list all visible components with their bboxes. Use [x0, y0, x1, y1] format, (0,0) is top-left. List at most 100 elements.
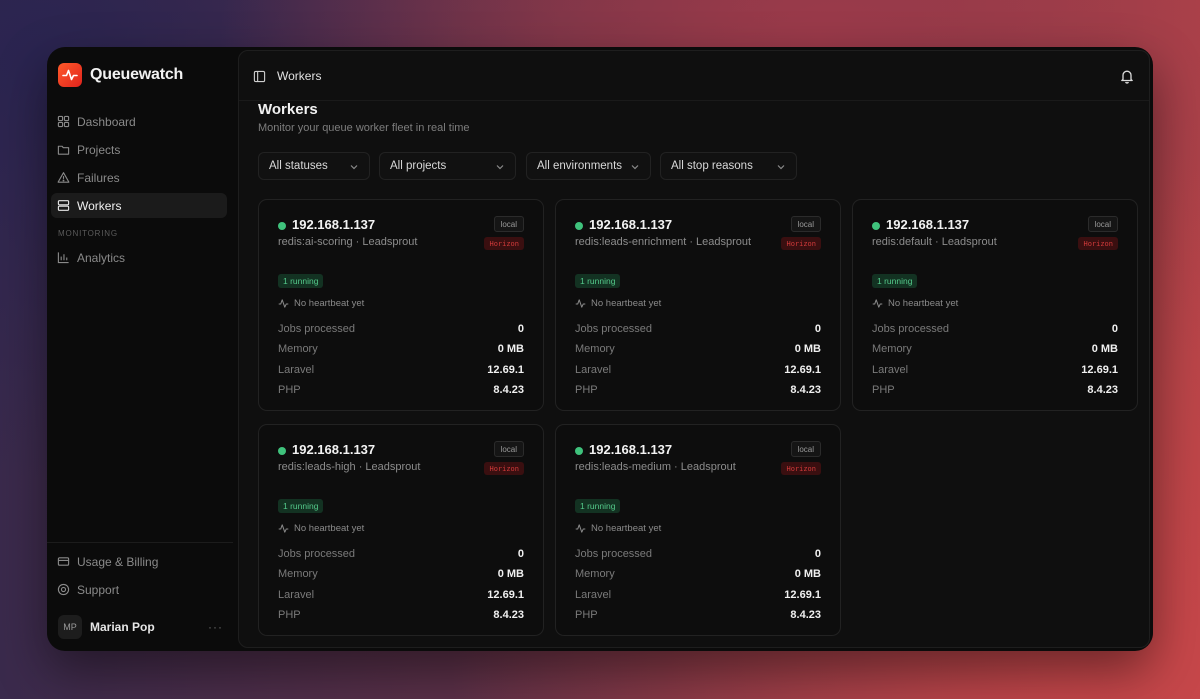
supervisor-badge: Horizon: [484, 462, 524, 475]
stat-label: Laravel: [278, 363, 315, 376]
worker-stats: Jobs processed 0 Memory 0 MB Laravel 12.69.…: [872, 319, 1118, 400]
status-filter[interactable]: All statuses: [258, 152, 370, 180]
worker-ip: 192.168.1.137: [589, 442, 673, 457]
supervisor-badge: Horizon: [1078, 237, 1118, 250]
sidebar-item-failures[interactable]: Failures: [51, 165, 227, 190]
stat-label: Laravel: [575, 588, 612, 601]
status-badge: 1 running: [278, 499, 324, 513]
stat-php: PHP 8.4.23: [872, 380, 1118, 400]
stat-php: PHP 8.4.23: [278, 605, 524, 625]
stat-label: Memory: [278, 568, 318, 581]
heartbeat-status: No heartbeat yet: [872, 298, 958, 309]
activity-icon: [872, 299, 883, 308]
warning-icon: [57, 172, 70, 183]
worker-card[interactable]: 192.168.1.137 redis:leads-medium · Leads…: [555, 424, 841, 636]
supervisor-badge: Horizon: [781, 237, 821, 250]
server-icon: [57, 200, 70, 211]
environment-filter[interactable]: All environments: [526, 152, 651, 180]
worker-queue: redis:ai-scoring · Leadsprout: [278, 236, 418, 248]
stat-value: 0 MB: [1091, 343, 1118, 356]
sidebar-item-workers[interactable]: Workers: [51, 193, 227, 218]
heartbeat-status: No heartbeat yet: [575, 298, 661, 309]
worker-stats: Jobs processed 0 Memory 0 MB Laravel 12.69.…: [575, 544, 821, 625]
sidebar: Queuewatch Dashboard Projects Failures W…: [47, 47, 237, 651]
sidebar-bottom: Usage & Billing Support: [51, 549, 227, 605]
heartbeat-status: No heartbeat yet: [575, 523, 661, 534]
sidebar-item-label: Projects: [77, 142, 121, 157]
brand[interactable]: Queuewatch: [58, 63, 183, 87]
worker-card[interactable]: 192.168.1.137 redis:leads-enrichment · L…: [555, 199, 841, 411]
stat-laravel: Laravel 12.69.1: [278, 360, 524, 380]
status-dot: [278, 447, 286, 455]
chevron-down-icon: [350, 165, 358, 170]
stat-label: Memory: [278, 343, 318, 356]
stat-label: Laravel: [872, 363, 909, 376]
status-dot: [575, 222, 583, 230]
stat-value: 0: [1111, 323, 1118, 336]
stat-value: 8.4.23: [493, 609, 524, 622]
worker-stats: Jobs processed 0 Memory 0 MB Laravel 12.69.…: [278, 544, 524, 625]
stat-value: 0 MB: [497, 343, 524, 356]
heartbeat-text: No heartbeat yet: [591, 298, 662, 309]
worker-queue: redis:leads-medium · Leadsprout: [575, 461, 736, 473]
sidebar-item-analytics[interactable]: Analytics: [51, 245, 227, 270]
grid-icon: [57, 115, 70, 128]
worker-card[interactable]: 192.168.1.137 redis:leads-high · Leadspr…: [258, 424, 544, 636]
stat-label: Jobs processed: [575, 548, 653, 561]
stat-value: 0: [517, 323, 524, 336]
sidebar-item-support[interactable]: Support: [51, 577, 227, 602]
project-filter[interactable]: All projects: [379, 152, 516, 180]
app-window: Queuewatch Dashboard Projects Failures W…: [47, 47, 1153, 651]
stat-label: PHP: [872, 384, 895, 397]
worker-card[interactable]: 192.168.1.137 redis:ai-scoring · Leadspr…: [258, 199, 544, 411]
heartbeat-text: No heartbeat yet: [888, 298, 959, 309]
environment-badge: local: [1087, 216, 1118, 232]
sidebar-item-usage-billing[interactable]: Usage & Billing: [51, 549, 227, 574]
status-badge: 1 running: [278, 274, 324, 288]
worker-queue: redis:leads-high · Leadsprout: [278, 461, 421, 473]
worker-queue: redis:leads-enrichment · Leadsprout: [575, 236, 752, 248]
page-subtitle: Monitor your queue worker fleet in real …: [258, 122, 470, 134]
stat-value: 0 MB: [794, 343, 821, 356]
avatar: MP: [58, 615, 82, 639]
stat-memory: Memory 0 MB: [278, 339, 524, 359]
stat-value: 12.69.1: [487, 363, 524, 376]
sidebar-nav: Dashboard Projects Failures Workers MONI…: [51, 109, 227, 273]
stat-value: 0 MB: [497, 568, 524, 581]
help-circle-icon: [57, 583, 70, 596]
worker-card[interactable]: 192.168.1.137 redis:default · Leadsprout…: [852, 199, 1138, 411]
stat-value: 8.4.23: [790, 609, 821, 622]
stat-value: 0: [814, 323, 821, 336]
sidebar-toggle-icon[interactable]: [253, 70, 266, 83]
stat-label: PHP: [278, 384, 301, 397]
status-dot: [872, 222, 880, 230]
stat-php: PHP 8.4.23: [575, 605, 821, 625]
worker-ip: 192.168.1.137: [886, 217, 970, 232]
activity-icon: [278, 524, 289, 533]
sidebar-item-dashboard[interactable]: Dashboard: [51, 109, 227, 134]
pulse-logo-icon: [58, 63, 82, 87]
worker-ip: 192.168.1.137: [589, 217, 673, 232]
page-title: Workers: [258, 101, 318, 118]
heartbeat-status: No heartbeat yet: [278, 523, 364, 534]
bell-icon[interactable]: [1119, 68, 1135, 84]
stat-memory: Memory 0 MB: [575, 339, 821, 359]
stat-label: PHP: [575, 384, 598, 397]
heartbeat-text: No heartbeat yet: [591, 523, 662, 534]
stat-value: 8.4.23: [1087, 384, 1118, 397]
stat-label: Jobs processed: [575, 323, 653, 336]
stat-jobs: Jobs processed 0: [278, 319, 524, 339]
supervisor-badge: Horizon: [484, 237, 524, 250]
more-options-icon[interactable]: ···: [208, 620, 223, 634]
sidebar-item-label: Usage & Billing: [77, 554, 159, 569]
stop-reason-filter[interactable]: All stop reasons: [660, 152, 797, 180]
user-name: Marian Pop: [90, 620, 155, 634]
stat-label: PHP: [278, 609, 301, 622]
environment-badge: local: [493, 441, 524, 457]
folder-icon: [57, 145, 70, 155]
user-menu[interactable]: MP Marian Pop ···: [58, 614, 223, 640]
status-badge: 1 running: [575, 274, 621, 288]
sidebar-item-projects[interactable]: Projects: [51, 137, 227, 162]
stat-php: PHP 8.4.23: [575, 380, 821, 400]
stat-memory: Memory 0 MB: [278, 564, 524, 584]
